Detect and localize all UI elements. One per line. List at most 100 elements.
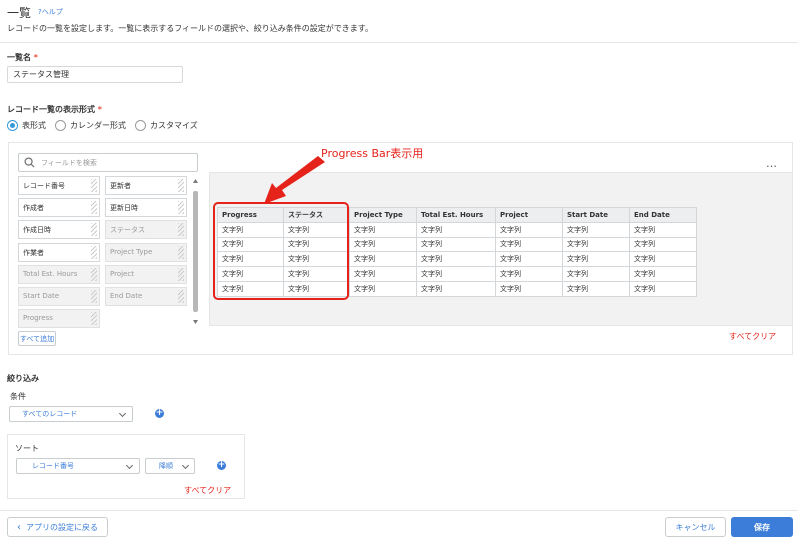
display-format-label: レコード一覧の表示形式 *: [7, 105, 102, 114]
page-title: 一覧: [7, 6, 32, 20]
preview-column-header[interactable]: Start Date: [562, 207, 630, 223]
field-item-label: 作業者: [23, 248, 44, 257]
preview-cell: 文字列: [629, 280, 697, 297]
field-search-input[interactable]: フィールドを検索: [18, 153, 198, 172]
radio-button[interactable]: [135, 120, 146, 131]
preview-cell: 文字列: [416, 236, 496, 253]
sort-field-select[interactable]: レコード番号: [16, 458, 140, 474]
scrollbar-thumb[interactable]: [193, 191, 198, 312]
drag-handle-icon[interactable]: [91, 312, 97, 326]
search-placeholder: フィールドを検索: [41, 158, 97, 167]
help-link[interactable]: ?ヘルプ: [38, 7, 63, 17]
field-item[interactable]: End Date: [105, 287, 187, 306]
field-item[interactable]: 更新日時: [105, 198, 187, 218]
preview-cell: 文字列: [562, 280, 630, 297]
filter-section-label: 絞り込み: [7, 374, 39, 383]
preview-cell: 文字列: [349, 221, 417, 238]
preview-cell: 文字列: [416, 221, 496, 238]
preview-cell: 文字列: [349, 266, 417, 282]
condition-label: 条件: [10, 392, 26, 401]
preview-cell: 文字列: [562, 236, 630, 253]
field-item[interactable]: 作成日時: [18, 220, 100, 240]
drag-handle-icon[interactable]: [178, 267, 184, 281]
drag-handle-icon[interactable]: [178, 290, 184, 303]
add-sort-button[interactable]: +: [217, 461, 226, 470]
preview-cell: 文字列: [416, 280, 496, 297]
drag-handle-icon[interactable]: [178, 245, 184, 259]
preview-cell: 文字列: [562, 251, 630, 268]
display-format-radio-group: 表形式 カレンダー形式 カスタマイズ: [7, 120, 207, 131]
drag-handle-icon[interactable]: [91, 245, 97, 259]
preview-cell: 文字列: [416, 266, 496, 282]
preview-column-header[interactable]: Total Est. Hours: [416, 207, 496, 223]
field-item[interactable]: ステータス: [105, 220, 187, 240]
drag-handle-icon[interactable]: [91, 290, 97, 303]
condition-select[interactable]: すべてのレコード: [9, 406, 133, 422]
preview-cell: 文字列: [495, 266, 563, 282]
chevron-down-icon: [181, 461, 190, 470]
required-mark: *: [97, 105, 102, 114]
preview-cell: 文字列: [629, 251, 697, 268]
header-divider: [0, 42, 798, 43]
field-item[interactable]: Total Est. Hours: [18, 264, 100, 284]
list-name-input[interactable]: ステータス管理: [7, 66, 183, 83]
drag-handle-icon[interactable]: [178, 179, 184, 192]
preview-column-header[interactable]: End Date: [629, 207, 697, 223]
preview-cell: 文字列: [562, 221, 630, 238]
sort-order-select[interactable]: 降順: [145, 458, 195, 474]
field-item-label: 更新日時: [110, 204, 138, 213]
radio-custom-format[interactable]: カスタマイズ: [135, 120, 198, 131]
drag-handle-icon[interactable]: [178, 223, 184, 237]
preview-column-header[interactable]: Project Type: [349, 207, 417, 223]
field-item-label: ステータス: [110, 226, 145, 235]
annotation-label: Progress Bar表示用: [321, 147, 424, 160]
preview-cell: 文字列: [349, 280, 417, 297]
drag-handle-icon[interactable]: [91, 179, 97, 192]
radio-calendar-format[interactable]: カレンダー形式: [55, 120, 126, 131]
cancel-button[interactable]: キャンセル: [665, 517, 726, 537]
footer-divider: [0, 510, 798, 511]
scroll-down-icon: [193, 320, 198, 324]
field-item-label: レコード番号: [23, 182, 65, 190]
field-palette: レコード番号 更新者作成者 更新日時作成日時 ステータス作業者 Project Type…: [18, 176, 188, 328]
field-item[interactable]: レコード番号: [18, 176, 100, 195]
back-to-app-settings-button[interactable]: ‹ アプリの設定に戻る: [7, 517, 108, 537]
preview-cell: 文字列: [495, 280, 563, 297]
sort-label: ソート: [15, 444, 39, 453]
field-item-label: 更新者: [110, 182, 131, 190]
preview-column-header[interactable]: Project: [495, 207, 563, 223]
drag-handle-icon[interactable]: [91, 267, 97, 281]
field-item-label: 作成日時: [23, 226, 51, 235]
radio-table-format[interactable]: 表形式: [7, 120, 46, 131]
clear-all-sort-link[interactable]: すべてクリア: [184, 485, 231, 496]
preview-cell: 文字列: [495, 221, 563, 238]
preview-cell: 文字列: [495, 236, 563, 253]
page-description: レコードの一覧を設定します。一覧に表示するフィールドの選択や、絞り込み条件の設定…: [7, 24, 373, 33]
scroll-up-icon: [193, 179, 198, 183]
clear-all-columns-link[interactable]: すべてクリア: [729, 331, 776, 342]
radio-button-checked[interactable]: [7, 120, 18, 131]
field-item[interactable]: 作成者: [18, 198, 100, 218]
field-item[interactable]: 更新者: [105, 176, 187, 195]
save-button[interactable]: 保存: [731, 517, 793, 537]
drag-handle-icon[interactable]: [91, 201, 97, 215]
preview-cell: 文字列: [562, 266, 630, 282]
annotation-arrow-icon: [264, 156, 325, 204]
more-options-icon[interactable]: …: [766, 157, 778, 170]
preview-cell: 文字列: [349, 236, 417, 253]
preview-cell: 文字列: [416, 251, 496, 268]
add-all-button[interactable]: すべて追加: [18, 331, 56, 346]
drag-handle-icon[interactable]: [178, 201, 184, 215]
field-item[interactable]: Start Date: [18, 287, 100, 306]
chevron-left-icon: ‹: [17, 521, 21, 533]
chevron-down-icon: [118, 409, 127, 418]
add-condition-button[interactable]: +: [155, 409, 164, 418]
radio-button[interactable]: [55, 120, 66, 131]
field-item[interactable]: Progress: [18, 309, 100, 328]
field-item[interactable]: Project: [105, 264, 187, 284]
preview-cell: 文字列: [629, 266, 697, 282]
field-item-label: Project Type: [110, 247, 153, 256]
drag-handle-icon[interactable]: [91, 223, 97, 237]
field-item[interactable]: Project Type: [105, 242, 187, 262]
field-item[interactable]: 作業者: [18, 242, 100, 262]
